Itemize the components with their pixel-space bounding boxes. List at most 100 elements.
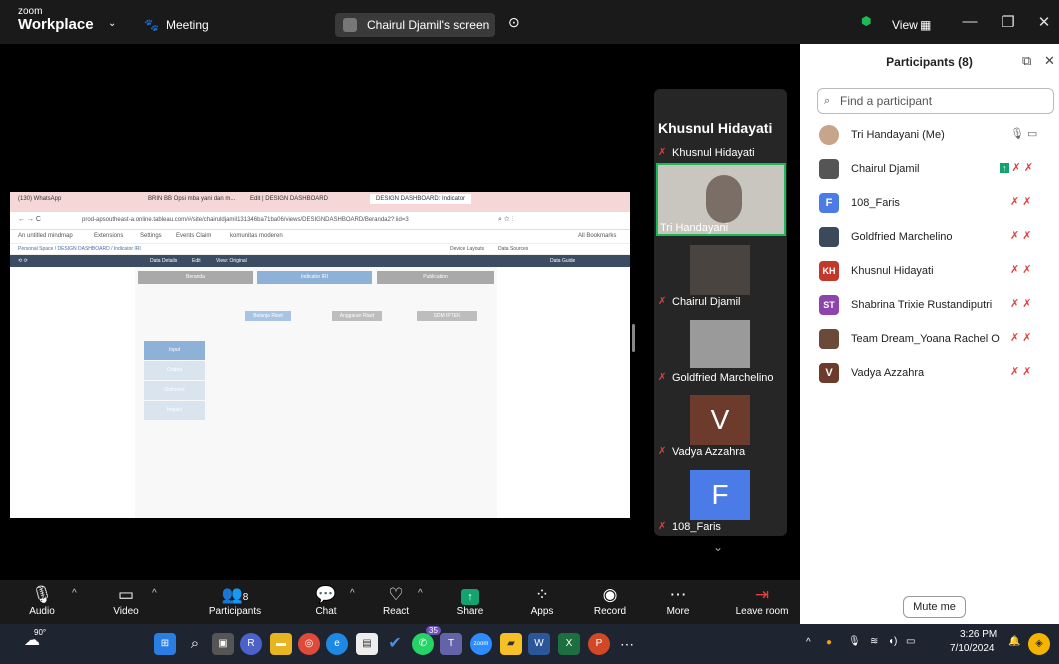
participant-row[interactable]: Chairul Djamil ↑ ✗ ✗ (800, 156, 1059, 190)
app-r-icon[interactable]: R (240, 633, 262, 655)
mute-icons[interactable]: ✗ ✗ (1010, 331, 1032, 344)
chevron-up-icon[interactable]: ^ (806, 637, 811, 648)
toolbar-data-guide[interactable]: Data Guide (550, 258, 575, 264)
more-apps-icon[interactable]: ⋯ (616, 633, 638, 655)
nav-beranda-button[interactable]: Beranda (138, 271, 253, 284)
chevron-up-icon[interactable]: ^ (72, 588, 77, 599)
participant-row[interactable]: ST Shabrina Trixie Rustandiputri ✗ ✗ (800, 292, 1059, 326)
chevron-up-icon[interactable]: ^ (418, 588, 423, 599)
participant-row[interactable]: KH Khusnul Hidayati ✗ ✗ (800, 258, 1059, 292)
all-bookmarks[interactable]: All Bookmarks (578, 233, 616, 239)
chevron-down-icon[interactable]: ⌄ (108, 18, 116, 29)
toolbar-view-original[interactable]: View: Original (216, 258, 247, 264)
speaker-icon[interactable]: ◖) (888, 636, 897, 647)
edge-icon[interactable]: e (326, 633, 348, 655)
chevron-up-icon[interactable]: ^ (350, 588, 355, 599)
mute-me-button[interactable]: Mute me (903, 596, 966, 618)
tab-edit-dashboard[interactable]: Edit | DESIGN DASHBOARD (250, 196, 328, 202)
video-button[interactable]: ▭ Video (106, 580, 146, 624)
wifi-icon[interactable]: ≋ (870, 636, 878, 647)
close-icon[interactable]: ✕ (1034, 13, 1054, 31)
meeting-label[interactable]: Meeting (166, 18, 209, 32)
breadcrumb[interactable]: Personal Space / DESIGN DASHBOARD / Indi… (18, 246, 141, 252)
side-outcome-button[interactable]: Outcome (144, 381, 205, 400)
react-button[interactable]: ♡ React (376, 580, 416, 624)
side-input-button[interactable]: Input (144, 341, 205, 360)
bookmark-3[interactable]: Settings (140, 233, 162, 239)
record-button[interactable]: ◉ Record (590, 580, 630, 624)
sub-sdm-iptek-button[interactable]: SDM IPTEK (417, 311, 477, 321)
mute-icons[interactable]: ✗ ✗ (1010, 195, 1032, 208)
grid-view-icon[interactable]: ▦ (920, 18, 931, 32)
video-tile-faris[interactable]: F (690, 470, 750, 520)
tab-whatsapp[interactable]: (130) WhatsApp (18, 196, 61, 202)
view-label[interactable]: View (892, 18, 918, 32)
popout-icon[interactable]: ⧉ (1022, 53, 1031, 69)
search-icon[interactable]: ⌕ (184, 633, 206, 655)
todo-check-icon[interactable]: ✔ (384, 633, 406, 655)
notification-bell-icon[interactable]: 🔔 (1008, 636, 1020, 647)
participant-row[interactable]: F 108_Faris ✗ ✗ (800, 190, 1059, 224)
more-options-icon[interactable]: ⊙ (508, 14, 520, 31)
task-view-icon[interactable]: ▣ (212, 633, 234, 655)
side-impact-button[interactable]: Impact (144, 401, 205, 420)
more-button[interactable]: ⋯ More (658, 580, 698, 624)
tab-brin[interactable]: BRIN BB Opsi mba yani dan m... (148, 196, 235, 202)
mute-icons[interactable]: ✗ ✗ (1010, 297, 1032, 310)
share-button[interactable]: ↑ Share (450, 580, 490, 624)
bookmark-4[interactable]: Events Claim (176, 233, 211, 239)
clock-time[interactable]: 3:26 PM (960, 629, 997, 640)
device-layouts[interactable]: Device Layouts (450, 246, 484, 252)
leave-room-button[interactable]: ⇥ Leave room (730, 580, 794, 624)
bookmark-1[interactable]: An untitled mindmap (18, 233, 73, 239)
participants-button[interactable]: 👥8 Participants (200, 580, 270, 624)
nav-icons[interactable]: ← → C (18, 216, 41, 223)
tab-design-dashboard[interactable]: DESIGN DASHBOARD: Indicator (370, 194, 472, 204)
browser-action-icons[interactable]: ⌕ ☆ ⋮ (498, 216, 513, 224)
excel-icon[interactable]: X (558, 633, 580, 655)
bookmark-5[interactable]: komunitas moderen (230, 233, 283, 239)
participant-row[interactable]: Tri Handayani (Me) 🎙 ▭ (800, 122, 1059, 156)
chat-button[interactable]: 💬 Chat (306, 580, 346, 624)
mute-icons[interactable]: ✗ ✗ (1010, 229, 1032, 242)
screen-share-indicator[interactable]: Chairul Djamil's screen (335, 13, 495, 37)
minimize-icon[interactable]: — (960, 13, 980, 30)
video-tile-chairul[interactable] (690, 245, 750, 295)
participant-search-input[interactable]: ⌕ Find a participant (817, 88, 1054, 114)
side-output-button[interactable]: Output (144, 361, 205, 380)
teams-icon[interactable]: T (440, 633, 462, 655)
mute-icons[interactable]: ✗ ✗ (1010, 263, 1032, 276)
toolbar-edit[interactable]: Edit (192, 258, 201, 264)
video-tile-vadya[interactable]: V (690, 395, 750, 445)
tray-app-icon[interactable]: ● (826, 637, 832, 648)
sticky-notes-icon[interactable]: ▰ (500, 633, 522, 655)
share-mic-video-icons[interactable]: ↑ ✗ ✗ (1000, 161, 1033, 174)
video-tile-goldfried[interactable] (690, 320, 750, 368)
data-sources[interactable]: Data Sources (498, 246, 528, 252)
participant-row[interactable]: V Vadya Azzahra ✗ ✗ (800, 360, 1059, 394)
chevron-down-icon[interactable]: ⌄ (713, 540, 723, 554)
battery-icon[interactable]: ▭ (906, 636, 915, 647)
close-icon[interactable]: ✕ (1044, 53, 1055, 69)
windows-start-icon[interactable]: ⊞ (154, 633, 176, 655)
nav-indicator-iri-button[interactable]: Indicator IRI (257, 271, 372, 284)
clock-date[interactable]: 7/10/2024 (950, 643, 995, 654)
whatsapp-icon[interactable]: ✆ (412, 633, 434, 655)
nav-publication-button[interactable]: Publication (377, 271, 494, 284)
participant-row[interactable]: Goldfried Marchelino ✗ ✗ (800, 224, 1059, 258)
file-explorer-icon[interactable]: ▬ (270, 633, 292, 655)
mute-icons[interactable]: ✗ ✗ (1010, 365, 1032, 378)
chrome-icon[interactable]: ◎ (298, 633, 320, 655)
panel-resize-handle[interactable] (632, 324, 635, 352)
zoom-icon[interactable]: zoom (470, 633, 492, 655)
chevron-up-icon[interactable]: ^ (152, 588, 157, 599)
audio-button[interactable]: 🎙 Audio (22, 580, 62, 624)
word-icon[interactable]: W (528, 633, 550, 655)
powerpoint-icon[interactable]: P (588, 633, 610, 655)
sub-belanja-riset-button[interactable]: Belanja Riset (245, 311, 291, 321)
shield-icon[interactable]: ⬢ (861, 14, 871, 28)
participant-row[interactable]: Team Dream_Yoana Rachel O ✗ ✗ (800, 326, 1059, 360)
restore-icon[interactable]: ❐ (998, 13, 1018, 31)
apps-button[interactable]: ⁘ Apps (522, 580, 562, 624)
microphone-icon[interactable]: 🎙 (848, 636, 861, 647)
